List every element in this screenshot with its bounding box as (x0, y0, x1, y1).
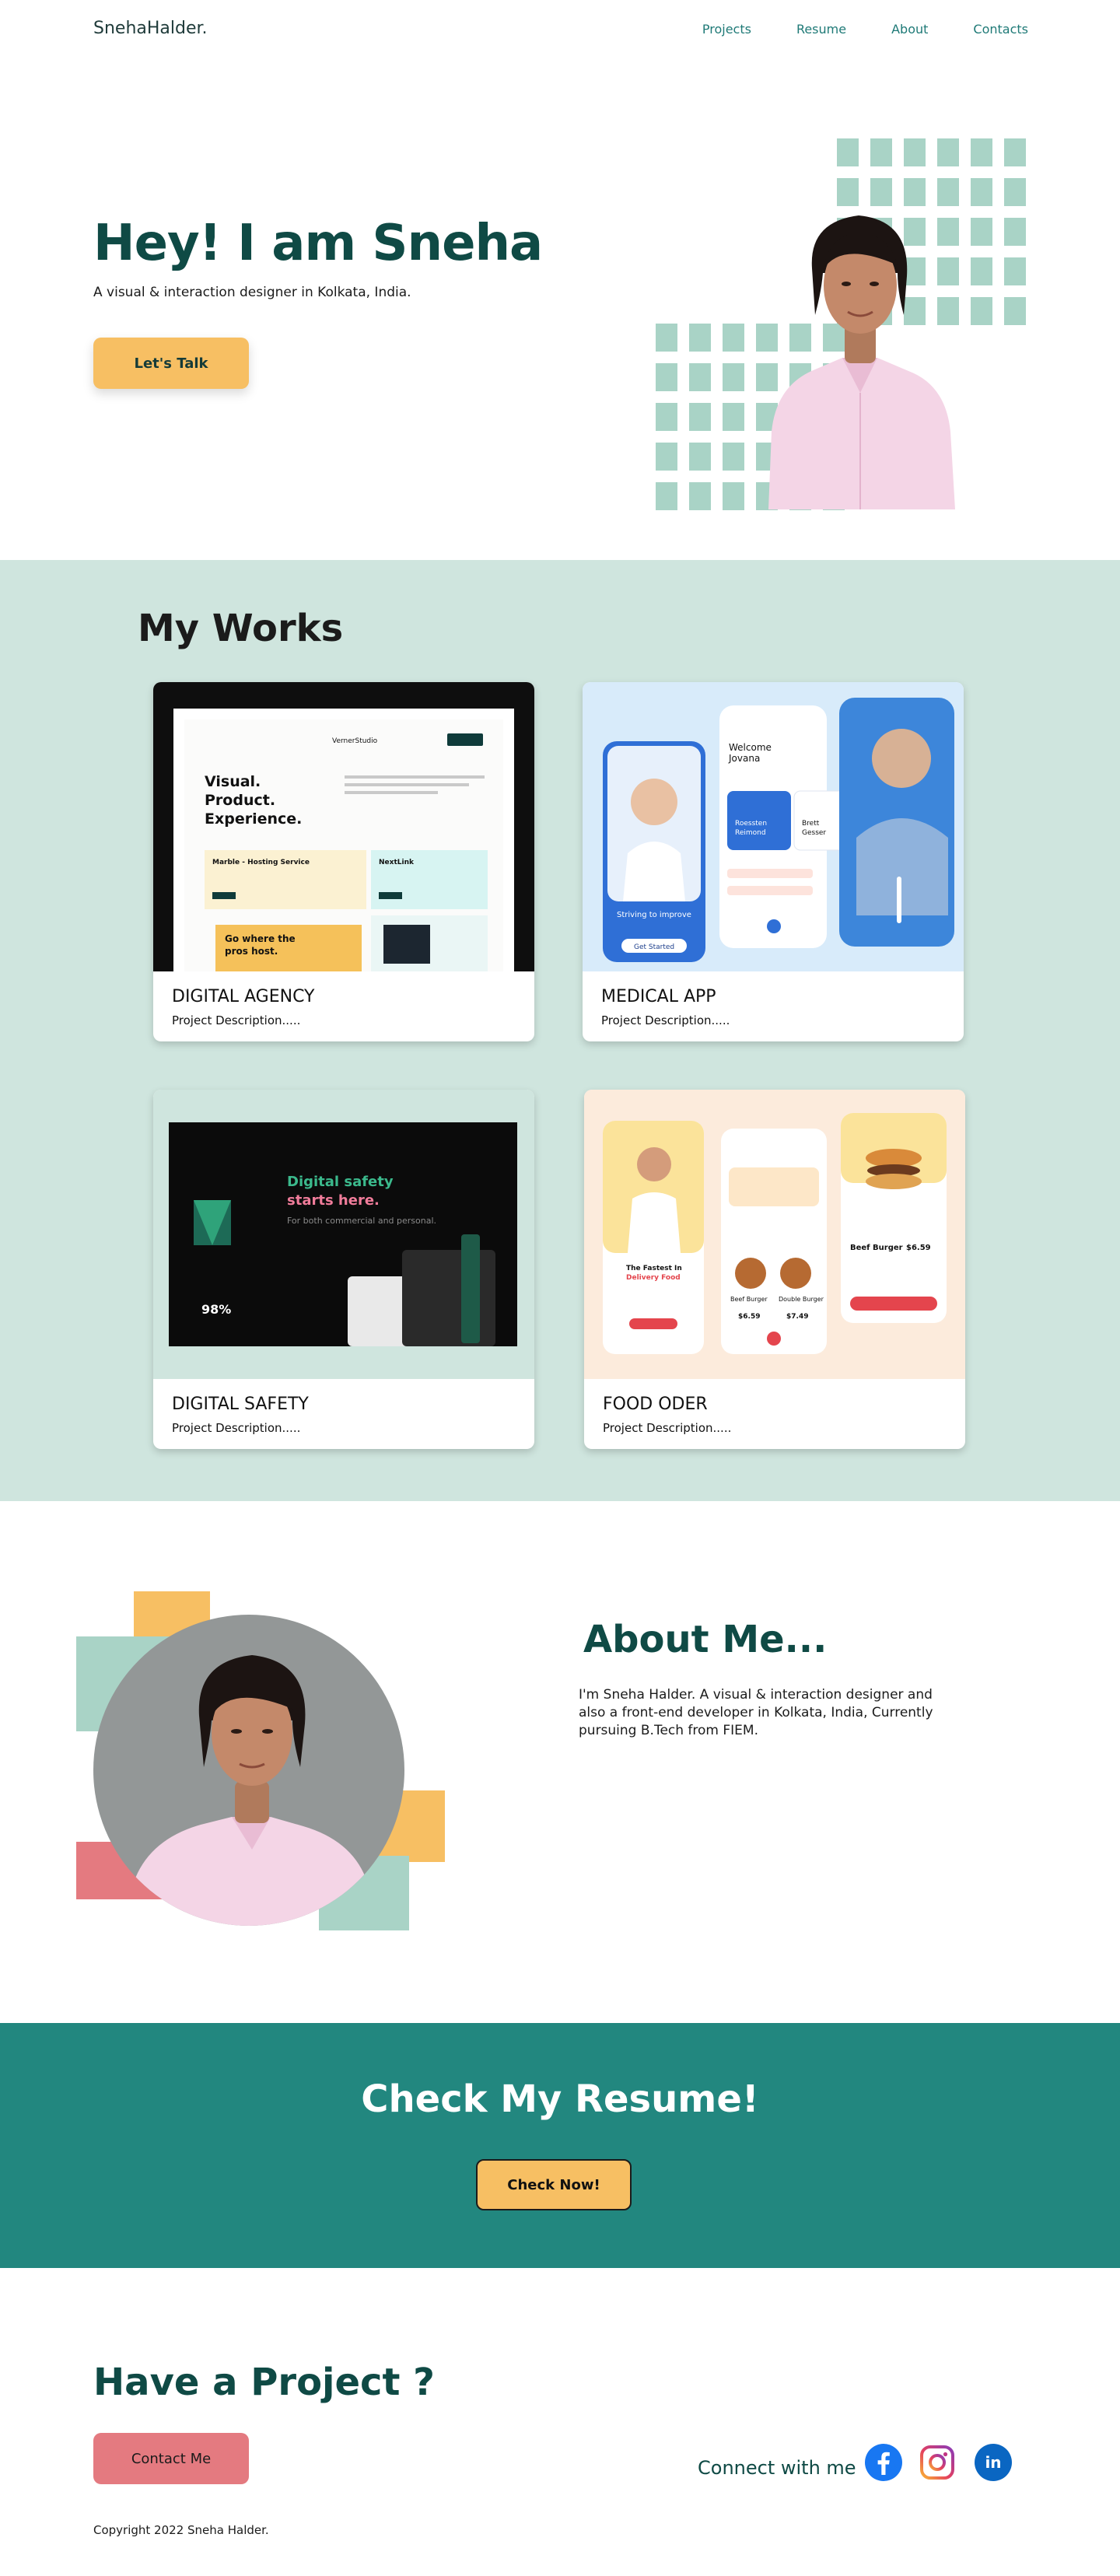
svg-text:NextLink: NextLink (379, 859, 415, 866)
project-description: Project Description..... (172, 1421, 301, 1435)
facebook-icon[interactable] (864, 2443, 903, 2482)
svg-text:Double Burger: Double Burger (779, 1296, 824, 1303)
svg-text:Visual.: Visual. (205, 773, 261, 790)
svg-text:$6.59: $6.59 (738, 1313, 760, 1321)
svg-text:Go where the: Go where the (225, 933, 296, 944)
nav-link-about[interactable]: About (891, 22, 928, 37)
svg-text:in: in (985, 2453, 1001, 2472)
svg-text:starts here.: starts here. (287, 1192, 380, 1209)
project-card-food-oder[interactable]: The Fastest In Delivery Food Beef Burger… (584, 1090, 965, 1449)
lets-talk-button[interactable]: Let's Talk (93, 338, 249, 389)
svg-text:Roessten: Roessten (735, 820, 767, 828)
svg-text:Brett: Brett (802, 820, 820, 828)
hero-subtitle: A visual & interaction designer in Kolka… (93, 285, 411, 300)
project-preview-medical-app: Striving to improve Get Started Welcome … (583, 682, 964, 971)
project-description: Project Description..... (601, 1013, 730, 1027)
svg-text:The Fastest In: The Fastest In (626, 1265, 682, 1272)
site-logo[interactable]: SnehaHalder. (93, 19, 208, 38)
nav-link-contacts[interactable]: Contacts (973, 22, 1028, 37)
instagram-icon[interactable] (918, 2443, 957, 2482)
svg-text:Beef Burger: Beef Burger (730, 1296, 768, 1303)
check-resume-button[interactable]: Check Now! (476, 2159, 632, 2210)
nav-links: Projects Resume About Contacts (702, 22, 1028, 37)
svg-text:Marble - Hosting Service: Marble - Hosting Service (212, 859, 310, 866)
svg-text:VernerStudio: VernerStudio (332, 737, 378, 745)
project-card-digital-safety[interactable]: Digital safety starts here. For both com… (153, 1090, 534, 1449)
linkedin-icon[interactable]: in (974, 2443, 1013, 2482)
about-portrait (76, 1591, 445, 1930)
nav-link-resume[interactable]: Resume (796, 22, 846, 37)
svg-text:Get Started: Get Started (634, 943, 674, 951)
project-title: FOOD ODER (603, 1395, 708, 1414)
nav-link-projects[interactable]: Projects (702, 22, 751, 37)
project-preview-food-oder: The Fastest In Delivery Food Beef Burger… (584, 1090, 965, 1379)
hero-portrait (768, 215, 955, 509)
have-project-title: Have a Project ? (93, 2361, 436, 2404)
works-section: My Works VernerStudio Visual. Product. E… (0, 560, 1120, 1501)
project-card-digital-agency[interactable]: VernerStudio Visual. Product. Experience… (153, 682, 534, 1041)
project-description: Project Description..... (172, 1013, 301, 1027)
project-description: Project Description..... (603, 1421, 732, 1435)
svg-text:For both commercial and person: For both commercial and personal. (287, 1216, 436, 1226)
project-card-medical-app[interactable]: Striving to improve Get Started Welcome … (583, 682, 964, 1041)
svg-text:Reimond: Reimond (735, 829, 766, 837)
svg-text:$6.59: $6.59 (906, 1244, 931, 1252)
svg-text:Gesser: Gesser (802, 829, 826, 837)
svg-text:Striving to improve: Striving to improve (617, 911, 691, 919)
about-title: About Me... (583, 1618, 828, 1661)
project-title: DIGITAL SAFETY (172, 1395, 309, 1414)
svg-text:Jovana: Jovana (728, 753, 760, 764)
project-preview-digital-agency: VernerStudio Visual. Product. Experience… (153, 682, 534, 971)
svg-text:98%: 98% (201, 1302, 231, 1317)
svg-text:pros host.: pros host. (225, 946, 278, 957)
svg-text:Delivery Food: Delivery Food (626, 1274, 681, 1282)
works-title: My Works (138, 607, 344, 650)
copyright: Copyright 2022 Sneha Halder. (93, 2523, 269, 2537)
svg-text:$7.49: $7.49 (786, 1313, 808, 1321)
contact-me-button[interactable]: Contact Me (93, 2433, 249, 2484)
svg-text:Experience.: Experience. (205, 810, 302, 828)
project-title: DIGITAL AGENCY (172, 987, 315, 1006)
hero-title: Hey! I am Sneha (93, 215, 543, 272)
resume-section: Check My Resume! Check Now! (0, 2023, 1120, 2268)
svg-text:Digital safety: Digital safety (287, 1174, 394, 1190)
connect-label: Connect with me (698, 2457, 856, 2479)
svg-text:Product.: Product. (205, 792, 275, 809)
svg-text:Welcome: Welcome (729, 742, 772, 753)
svg-text:Beef Burger: Beef Burger (850, 1244, 903, 1252)
project-preview-digital-safety: Digital safety starts here. For both com… (153, 1090, 534, 1379)
resume-title: Check My Resume! (361, 2077, 759, 2121)
about-text: I'm Sneha Halder. A visual & interaction… (579, 1687, 933, 1738)
top-nav: SnehaHalder. Projects Resume About Conta… (0, 0, 1120, 61)
project-title: MEDICAL APP (601, 987, 716, 1006)
